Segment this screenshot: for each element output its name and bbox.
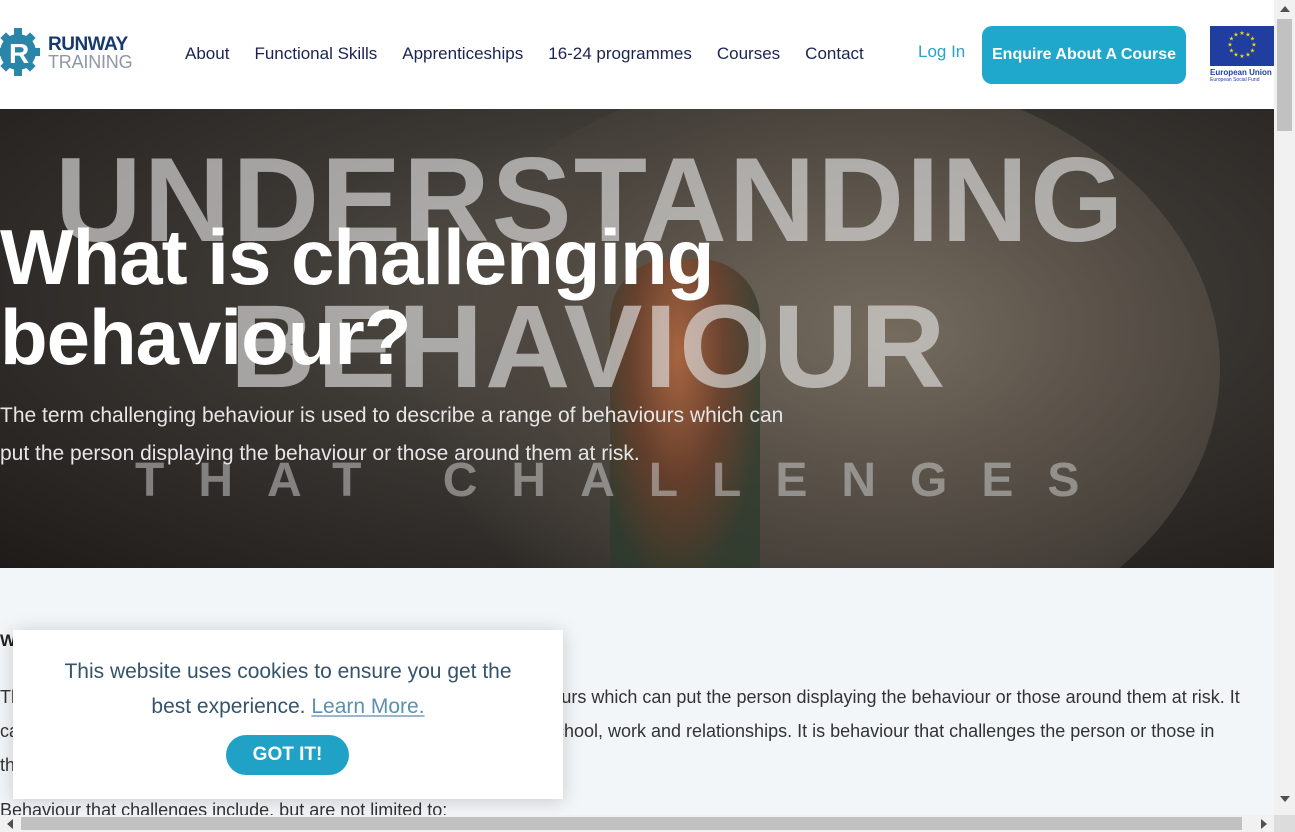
nav-about[interactable]: About bbox=[185, 44, 229, 64]
cookie-accept-button[interactable]: GOT IT! bbox=[226, 735, 349, 775]
vertical-scroll-thumb[interactable] bbox=[1277, 19, 1292, 131]
page-title: What is challenging behaviour? bbox=[0, 213, 714, 381]
scroll-down-arrow-icon[interactable] bbox=[1280, 796, 1290, 802]
nav-apprenticeships[interactable]: Apprenticeships bbox=[402, 44, 523, 64]
site-header: R RUNWAY TRAINING About Functional Skill… bbox=[0, 0, 1274, 109]
eu-label: European Union bbox=[1210, 68, 1272, 77]
gear-logo-icon: R bbox=[0, 28, 40, 76]
esf-label: European Social Fund bbox=[1210, 77, 1260, 83]
svg-text:★: ★ bbox=[1239, 53, 1244, 60]
nav-16-24-programmes[interactable]: 16-24 programmes bbox=[548, 44, 692, 64]
eu-flag-icon: ★ ★★ ★★★ ★★★ ★★★ bbox=[1210, 26, 1274, 66]
svg-text:R: R bbox=[9, 38, 29, 69]
logo-text-training: TRAINING bbox=[48, 52, 133, 72]
enquire-course-button[interactable]: Enquire About A Course bbox=[982, 26, 1186, 84]
svg-text:★: ★ bbox=[1239, 30, 1244, 37]
svg-text:★: ★ bbox=[1245, 52, 1250, 59]
nav-courses[interactable]: Courses bbox=[717, 44, 780, 64]
scrollbar-corner bbox=[1274, 815, 1295, 832]
login-link[interactable]: Log In bbox=[918, 42, 965, 62]
horizontal-scrollbar[interactable] bbox=[0, 815, 1274, 832]
main-nav: About Functional Skills Apprenticeships … bbox=[185, 44, 889, 64]
svg-text:★: ★ bbox=[1229, 48, 1234, 55]
runway-training-logo[interactable]: R RUNWAY TRAINING bbox=[0, 22, 140, 82]
hero-subtitle: The term challenging behaviour is used t… bbox=[0, 404, 784, 465]
scroll-right-arrow-icon[interactable] bbox=[1261, 819, 1267, 829]
cookie-learn-more-link[interactable]: Learn More. bbox=[311, 695, 424, 718]
page: R RUNWAY TRAINING About Functional Skill… bbox=[0, 0, 1274, 815]
vertical-scrollbar[interactable] bbox=[1274, 0, 1295, 815]
cookie-message-text: This website uses cookies to ensure you … bbox=[64, 660, 512, 718]
content-next-line: Behaviour that challenges include, but a… bbox=[0, 800, 448, 815]
hero-banner: UNDERSTANDING BEHAVIOUR THAT CHALLENGES … bbox=[0, 109, 1274, 568]
scroll-up-arrow-icon[interactable] bbox=[1280, 6, 1290, 12]
horizontal-scroll-thumb[interactable] bbox=[21, 817, 1242, 830]
nav-contact[interactable]: Contact bbox=[805, 44, 864, 64]
scroll-left-arrow-icon[interactable] bbox=[7, 819, 13, 829]
cookie-message: This website uses cookies to ensure you … bbox=[53, 654, 523, 724]
cookie-banner: This website uses cookies to ensure you … bbox=[13, 630, 563, 799]
eu-logo: ★ ★ ★ ★ ★ ★ ★ ★ ★ ★ ★ ★ European Union European … bbox=[1210, 26, 1274, 86]
svg-text:★: ★ bbox=[1233, 32, 1238, 39]
svg-text:★: ★ bbox=[1227, 42, 1232, 49]
nav-functional-skills[interactable]: Functional Skills bbox=[254, 44, 377, 64]
